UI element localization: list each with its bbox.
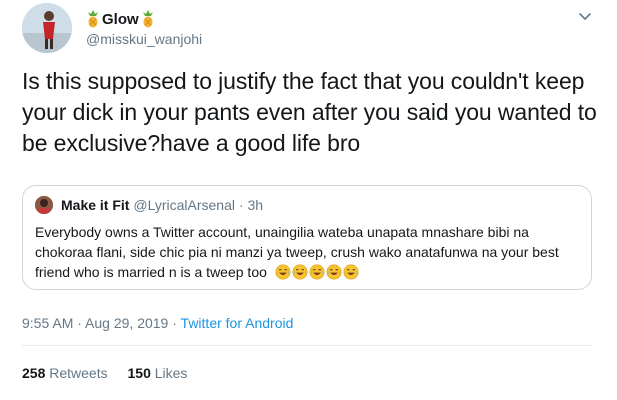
- chevron-down-icon[interactable]: [578, 11, 592, 23]
- quoted-separator: ·: [238, 197, 244, 213]
- retweets-stat[interactable]: 258 Retweets: [22, 365, 108, 381]
- likes-stat[interactable]: 150 Likes: [128, 365, 188, 381]
- tweet-time[interactable]: 9:55 AM: [22, 315, 73, 331]
- likes-count: 150: [127, 365, 151, 381]
- tweet-source-link[interactable]: Twitter for Android: [181, 315, 294, 331]
- engagement-stats: 258 Retweets 150 Likes: [22, 365, 203, 381]
- retweets-label: Retweets: [49, 365, 108, 381]
- tweet-date[interactable]: Aug 29, 2019: [85, 315, 168, 331]
- likes-label: Likes: [154, 365, 188, 381]
- face-with-tears-of-joy-icon: [292, 264, 308, 280]
- tweet-meta: 9:55 AM · Aug 29, 2019 · Twitter for And…: [22, 315, 293, 331]
- author-name-row[interactable]: Glow: [86, 9, 155, 29]
- author-display-name[interactable]: Glow: [102, 11, 139, 28]
- tweet-text: Is this supposed to justify the fact tha…: [22, 68, 597, 156]
- face-with-tears-of-joy-icon: [326, 264, 342, 280]
- divider: [22, 345, 592, 346]
- quoted-header: Make it Fit @LyricalArsenal · 3h: [61, 197, 263, 213]
- author-avatar[interactable]: [22, 3, 72, 53]
- face-with-tears-of-joy-icon: [275, 264, 291, 280]
- face-with-tears-of-joy-icon: [309, 264, 325, 280]
- quoted-author-name: Make it Fit: [61, 197, 130, 213]
- quoted-timestamp: 3h: [247, 197, 264, 213]
- meta-separator: ·: [73, 315, 86, 331]
- face-with-tears-of-joy-icon: [343, 264, 359, 280]
- emoji-row: [275, 264, 359, 280]
- quoted-text-block: Everybody owns a Twitter account, unaing…: [35, 222, 583, 282]
- meta-separator: ·: [168, 315, 181, 331]
- quoted-tweet[interactable]: Make it Fit @LyricalArsenal · 3h Everybo…: [22, 185, 592, 290]
- tweet-card: Glow @misskui_wanjohi Is this supposed t…: [0, 0, 617, 400]
- retweets-count: 258: [22, 365, 46, 381]
- quoted-author-handle: @LyricalArsenal: [133, 197, 235, 213]
- quoted-author-avatar: [35, 196, 53, 214]
- author-handle[interactable]: @misskui_wanjohi: [86, 31, 202, 47]
- pineapple-icon: [88, 10, 98, 28]
- pineapple-icon: [142, 10, 153, 28]
